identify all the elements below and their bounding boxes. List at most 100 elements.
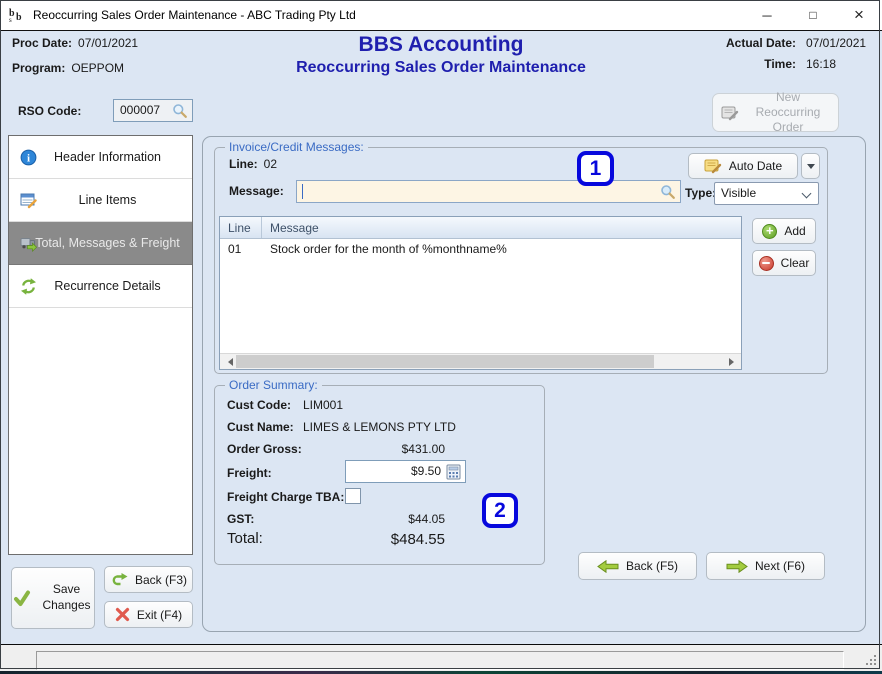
sidebar-item-header-information[interactable]: i Header Information xyxy=(9,136,192,179)
annotation-label: 1 xyxy=(590,157,602,181)
actual-date-label: Actual Date: xyxy=(726,36,796,50)
status-panel xyxy=(36,651,844,670)
group-title: Order Summary: xyxy=(225,378,322,392)
invoice-credit-messages-group: Invoice/Credit Messages: Line:02 Message… xyxy=(214,147,828,374)
window-title: Reoccurring Sales Order Maintenance - AB… xyxy=(33,8,356,22)
close-button[interactable]: × xyxy=(836,0,882,30)
annotation-marker-2: 2 xyxy=(482,493,518,528)
status-bar xyxy=(0,644,882,671)
svg-text:i: i xyxy=(27,152,30,164)
text-caret xyxy=(302,184,303,199)
line-row: Line: 02 xyxy=(229,157,277,171)
sidebar-item-line-items[interactable]: Line Items xyxy=(9,179,192,222)
freight-tba-checkbox[interactable] xyxy=(345,488,361,504)
calculator-icon[interactable] xyxy=(446,464,461,480)
line-label: Line: xyxy=(229,157,258,171)
next-f6-button[interactable]: Next (F6) xyxy=(706,552,825,580)
window-controls: ─ □ × xyxy=(744,0,882,30)
checkmark-icon xyxy=(13,590,33,607)
add-label: Add xyxy=(784,224,805,238)
back-f5-button[interactable]: Back (F5) xyxy=(578,552,697,580)
scroll-right-arrow[interactable] xyxy=(725,354,741,369)
application-window: bbs Reoccurring Sales Order Maintenance … xyxy=(0,0,882,674)
next-f6-label: Next (F6) xyxy=(755,559,805,573)
annotation-marker-1: 1 xyxy=(577,151,614,186)
rso-code-input[interactable]: 000007 xyxy=(113,99,193,122)
annotation-label: 2 xyxy=(494,499,506,523)
new-order-label: New Reoccurring Order xyxy=(746,90,830,135)
add-icon xyxy=(762,224,777,239)
time-label: Time: xyxy=(726,57,796,71)
group-title: Invoice/Credit Messages: xyxy=(225,140,368,154)
gst-value: $44.05 xyxy=(408,512,445,526)
undo-arrow-icon xyxy=(110,573,128,587)
table-row[interactable]: 01 Stock order for the month of %monthna… xyxy=(220,239,741,258)
svg-text:b: b xyxy=(16,12,22,23)
gst-label: GST: xyxy=(227,512,254,526)
add-button[interactable]: Add xyxy=(752,218,816,244)
order-gross-label: Order Gross: xyxy=(227,442,302,456)
line-value: 02 xyxy=(264,157,277,171)
time-value: 16:18 xyxy=(806,57,872,71)
back-f3-button[interactable]: Back (F3) xyxy=(104,566,193,593)
exit-f4-button[interactable]: Exit (F4) xyxy=(104,601,193,628)
save-changes-button[interactable]: Save Changes xyxy=(11,567,95,629)
message-input[interactable] xyxy=(296,180,681,203)
clear-button[interactable]: Clear xyxy=(752,250,816,276)
freight-truck-icon xyxy=(20,235,37,252)
header-right: Actual Date: 07/01/2021 Time: 16:18 xyxy=(726,36,872,71)
back-f3-label: Back (F3) xyxy=(135,573,187,587)
chevron-down-icon xyxy=(807,164,815,173)
save-changes-label: Save Changes xyxy=(40,582,94,613)
maximize-button[interactable]: □ xyxy=(790,0,836,30)
app-logo-icon: bbs xyxy=(8,6,26,24)
exit-f4-label: Exit (F4) xyxy=(137,608,182,622)
freight-input[interactable]: $9.50 xyxy=(345,460,466,483)
column-header-line: Line xyxy=(220,217,262,238)
chevron-down-icon xyxy=(802,189,812,199)
order-gross-value: $431.00 xyxy=(402,442,445,456)
line-items-icon xyxy=(20,192,37,209)
rso-code-label: RSO Code: xyxy=(18,104,81,118)
clear-label: Clear xyxy=(781,256,810,270)
titlebar[interactable]: bbs Reoccurring Sales Order Maintenance … xyxy=(0,0,882,31)
clear-icon xyxy=(759,256,774,271)
freight-tba-label: Freight Charge TBA: xyxy=(227,490,344,504)
horizontal-scrollbar[interactable] xyxy=(220,353,741,369)
info-icon: i xyxy=(20,149,37,166)
cell-line: 01 xyxy=(220,242,262,256)
minimize-button[interactable]: ─ xyxy=(744,0,790,30)
message-label: Message: xyxy=(229,184,284,198)
resize-grip-icon[interactable] xyxy=(864,653,876,665)
total-value: $484.55 xyxy=(391,531,445,548)
scrollbar-thumb[interactable] xyxy=(236,355,654,368)
cust-code-value: LIM001 xyxy=(303,398,343,412)
search-icon[interactable] xyxy=(660,184,676,200)
search-icon[interactable] xyxy=(172,103,188,119)
auto-date-label: Auto Date xyxy=(729,159,782,173)
messages-table: Line Message 01 Stock order for the mont… xyxy=(219,216,742,370)
freight-label: Freight: xyxy=(227,466,272,480)
recurrence-icon xyxy=(20,278,37,295)
arrow-right-icon xyxy=(726,560,748,573)
freight-value: $9.50 xyxy=(411,464,441,478)
svg-text:s: s xyxy=(9,16,12,24)
new-reoccurring-order-button[interactable]: New Reoccurring Order xyxy=(712,93,839,132)
sidebar-item-recurrence-details[interactable]: Recurrence Details xyxy=(9,265,192,308)
type-label: Type: xyxy=(685,186,716,200)
actual-date-value: 07/01/2021 xyxy=(806,36,872,50)
type-select[interactable]: Visible xyxy=(714,182,819,205)
sidebar-item-total-messages-freight[interactable]: Total, Messages & Freight xyxy=(9,222,192,265)
auto-date-dropdown-button[interactable] xyxy=(801,153,820,179)
column-header-message: Message xyxy=(262,217,741,238)
cell-message: Stock order for the month of %monthname% xyxy=(262,242,741,256)
rso-code-value: 000007 xyxy=(120,103,160,117)
cust-name-label: Cust Name: xyxy=(227,420,294,434)
sidebar: i Header Information Line Items Total, M… xyxy=(8,135,193,555)
auto-date-button[interactable]: Auto Date xyxy=(688,153,798,179)
close-x-icon xyxy=(115,607,130,622)
arrow-left-icon xyxy=(597,560,619,573)
new-order-icon xyxy=(721,105,739,121)
order-summary-group: Order Summary: Cust Code: LIM001 Cust Na… xyxy=(214,385,545,565)
scroll-left-arrow[interactable] xyxy=(220,354,236,369)
